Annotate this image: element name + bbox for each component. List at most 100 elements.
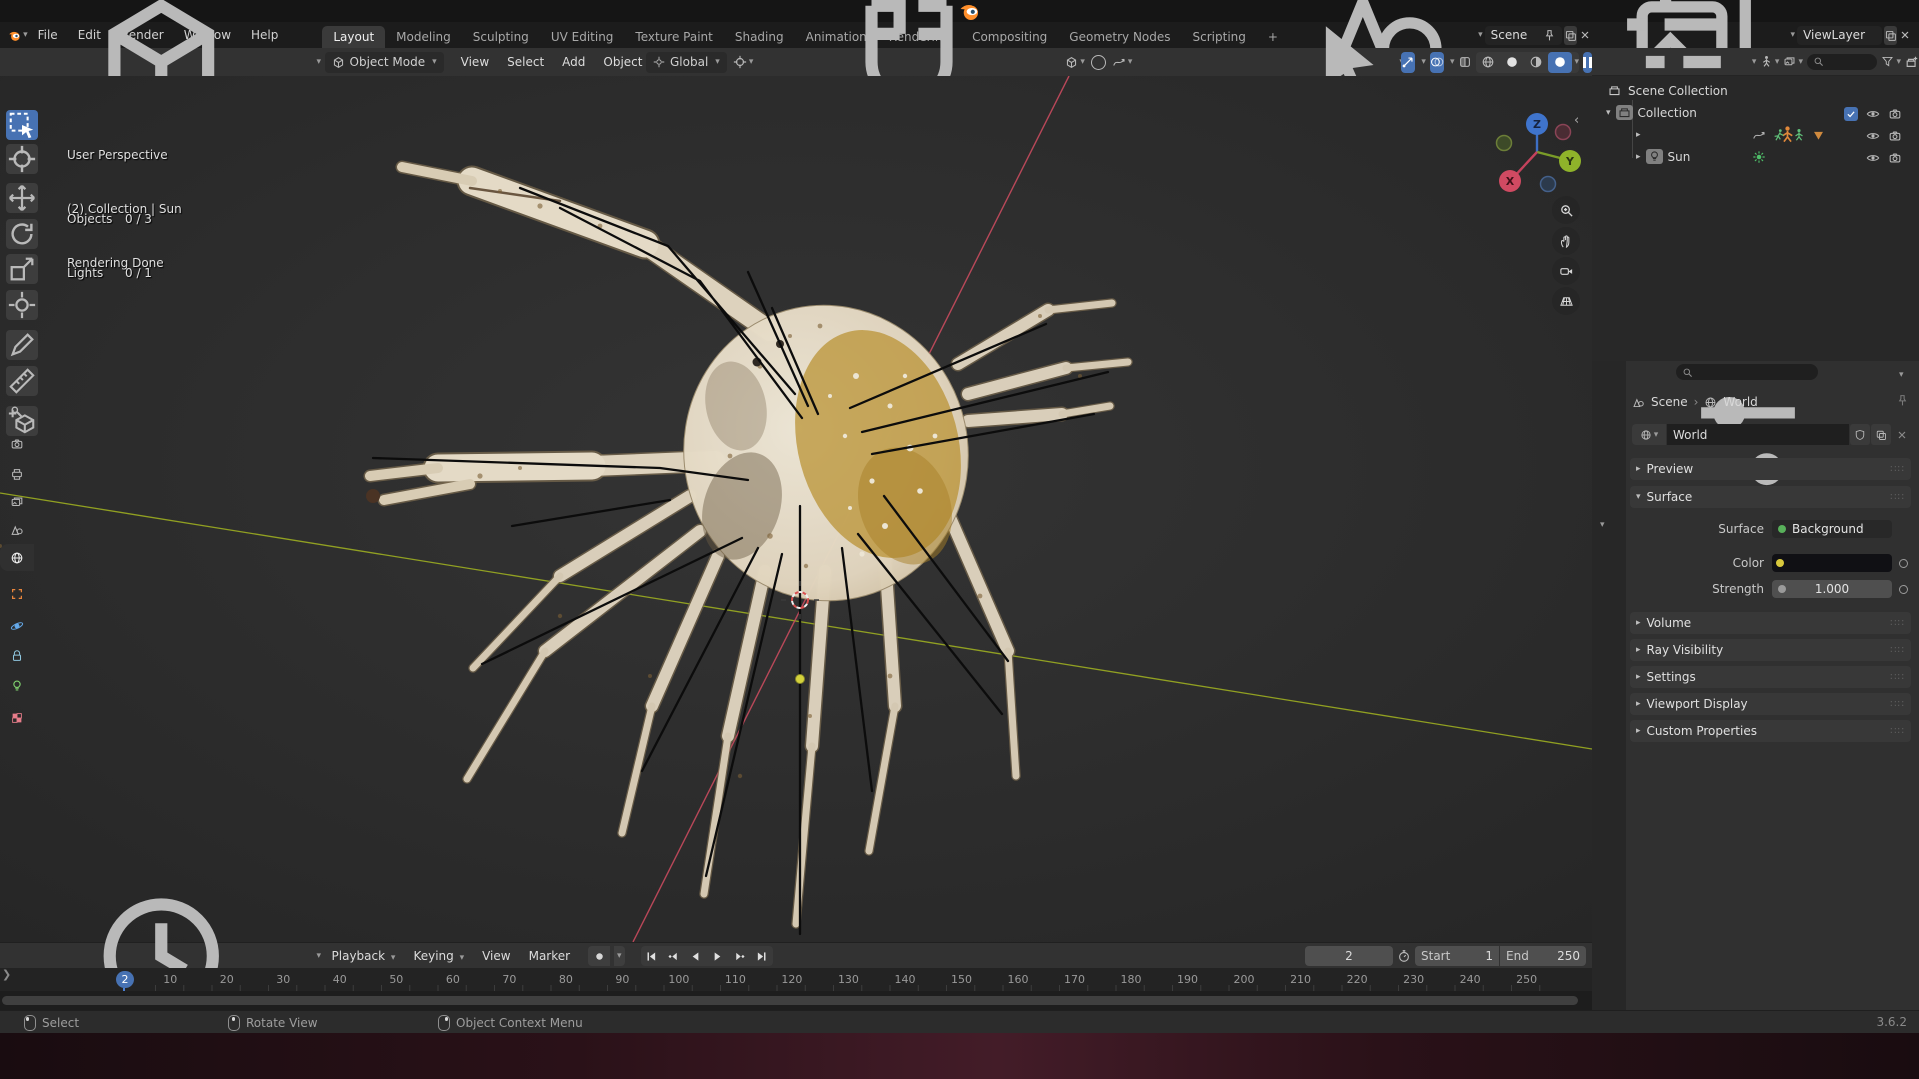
- breadcrumb-world[interactable]: World: [1723, 395, 1757, 409]
- outliner-search-input[interactable]: [1807, 54, 1877, 70]
- color-swatch-field[interactable]: [1772, 554, 1892, 572]
- frame-end-field[interactable]: End 250: [1500, 946, 1586, 966]
- select-box-tool[interactable]: [6, 110, 38, 140]
- outliner-row-collection[interactable]: ▾ Collection: [1606, 103, 1697, 122]
- viewlayer-name-field[interactable]: ViewLayer: [1797, 26, 1882, 45]
- filter-icon[interactable]: ▾: [1881, 55, 1901, 68]
- menu-keying[interactable]: Keying ▾: [404, 949, 473, 963]
- overlays-icon[interactable]: [1430, 52, 1444, 73]
- copy-icon[interactable]: [1871, 424, 1891, 445]
- timeline-collapse-arrow[interactable]: ❯: [2, 968, 11, 981]
- menu-playback[interactable]: Playback ▾: [323, 949, 405, 963]
- properties-search-input[interactable]: [1676, 364, 1818, 380]
- timeline-ruler[interactable]: 1020304050607080901001101201301401501601…: [0, 968, 1592, 991]
- mode-dropdown[interactable]: Object Mode ▾: [325, 52, 444, 73]
- shading-wireframe-icon[interactable]: [1476, 52, 1500, 73]
- outliner-row-sun[interactable]: ▸ Sun: [1636, 147, 1690, 166]
- grid-ortho-icon[interactable]: [1552, 287, 1580, 315]
- camera-icon[interactable]: [1888, 107, 1902, 121]
- play-reverse-button[interactable]: [685, 946, 707, 966]
- workspace-tab[interactable]: Scripting: [1182, 26, 1257, 48]
- proportional-editing-icon[interactable]: [1091, 55, 1106, 70]
- breadcrumb-scene[interactable]: Scene: [1651, 395, 1688, 409]
- tab-object-data[interactable]: [0, 672, 34, 699]
- browse-world-button[interactable]: ▾: [1632, 424, 1666, 445]
- transform-tool[interactable]: [6, 290, 38, 320]
- rotate-tool[interactable]: [6, 219, 38, 249]
- snap-target-dropdown[interactable]: ▾: [1065, 56, 1085, 69]
- jump-next-keyframe-button[interactable]: [729, 946, 751, 966]
- panel-surface[interactable]: ▾Surface∷∷: [1630, 486, 1911, 508]
- pivot-point-dropdown[interactable]: ▾: [733, 55, 754, 69]
- menu-view[interactable]: View: [452, 55, 498, 69]
- workspace-tab[interactable]: UV Editing: [540, 26, 625, 48]
- menu-select[interactable]: Select: [498, 55, 553, 69]
- tab-physics[interactable]: [0, 612, 34, 639]
- panel-viewport-display[interactable]: ▸Viewport Display∷∷: [1630, 693, 1911, 715]
- tab-object[interactable]: [0, 580, 34, 607]
- zoom-icon[interactable]: [1552, 196, 1580, 224]
- eye-icon[interactable]: [1866, 107, 1880, 121]
- jump-to-start-button[interactable]: [641, 946, 663, 966]
- jump-to-end-button[interactable]: [751, 946, 773, 966]
- tab-view-layer[interactable]: [0, 488, 34, 515]
- play-button[interactable]: [707, 946, 729, 966]
- tab-constraints[interactable]: [0, 642, 34, 669]
- current-frame-field[interactable]: 2: [1305, 946, 1393, 966]
- animate-color-dot[interactable]: [1899, 559, 1908, 568]
- pin-icon[interactable]: [1896, 394, 1909, 407]
- sidebar-collapse-arrow[interactable]: ‹: [1574, 113, 1579, 128]
- workspace-tab[interactable]: Sculpting: [462, 26, 540, 48]
- copy-icon[interactable]: [1884, 26, 1897, 45]
- eye-icon[interactable]: [1866, 151, 1880, 165]
- tab-tool[interactable]: [0, 398, 34, 425]
- use-preview-range-icon[interactable]: [1397, 949, 1411, 963]
- timeline-scrollbar[interactable]: [2, 996, 1578, 1005]
- panel-preview[interactable]: ▸Preview∷∷: [1630, 458, 1911, 480]
- transform-orientation-dropdown[interactable]: Global▾: [646, 52, 727, 73]
- display-mode-icon[interactable]: ▾: [1783, 55, 1803, 68]
- tab-world[interactable]: [0, 544, 34, 571]
- camera-icon[interactable]: [1888, 129, 1902, 143]
- world-name-field[interactable]: World: [1667, 424, 1849, 445]
- pause-render-icon[interactable]: [1583, 52, 1592, 73]
- jump-prev-keyframe-button[interactable]: [663, 946, 685, 966]
- workspace-tab[interactable]: +: [1257, 26, 1289, 48]
- checkbox[interactable]: [1844, 107, 1858, 121]
- menu-add[interactable]: Add: [553, 55, 594, 69]
- new-collection-icon[interactable]: [1905, 55, 1919, 69]
- disclosure-triangle[interactable]: ▸: [1636, 130, 1641, 140]
- panel-ray-visibility[interactable]: ▸Ray Visibility∷∷: [1630, 639, 1911, 661]
- menu-object[interactable]: Object: [594, 55, 651, 69]
- x-ray-icon[interactable]: [1458, 52, 1472, 73]
- camera-icon[interactable]: [1888, 151, 1902, 165]
- frame-start-field[interactable]: Start 1: [1415, 946, 1499, 966]
- close-icon[interactable]: [1899, 29, 1911, 41]
- workspace-tab[interactable]: Modeling: [385, 26, 462, 48]
- measure-tool[interactable]: [6, 366, 38, 396]
- shading-solid-icon[interactable]: [1500, 52, 1524, 73]
- scale-tool[interactable]: [6, 254, 38, 284]
- strength-slider[interactable]: 1.000: [1772, 580, 1892, 598]
- fake-user-shield-icon[interactable]: [1850, 424, 1870, 445]
- annotate-tool[interactable]: [6, 330, 38, 360]
- panel-custom-properties[interactable]: ▸Custom Properties∷∷: [1630, 720, 1911, 742]
- viewport-3d-canvas[interactable]: [0, 76, 1592, 942]
- unlink-icon[interactable]: [1892, 424, 1912, 445]
- menu-marker[interactable]: Marker: [520, 949, 579, 963]
- tab-render[interactable]: [0, 430, 34, 457]
- disclosure-triangle[interactable]: ▾: [1606, 108, 1611, 118]
- tab-texture[interactable]: [0, 704, 34, 731]
- cursor-tool[interactable]: [6, 144, 38, 174]
- shading-rendered-icon[interactable]: [1548, 52, 1572, 73]
- menu-view-timeline[interactable]: View: [473, 949, 519, 963]
- record-button[interactable]: [588, 946, 610, 966]
- gizmo-icon[interactable]: [1401, 52, 1415, 73]
- filter-object-icon[interactable]: ▾: [1760, 55, 1780, 68]
- move-tool[interactable]: [6, 183, 38, 213]
- disclosure-triangle[interactable]: ▸: [1636, 152, 1641, 162]
- pan-hand-icon[interactable]: [1552, 227, 1580, 255]
- workspace-tab[interactable]: Layout: [322, 26, 385, 48]
- panel-volume[interactable]: ▸Volume∷∷: [1630, 612, 1911, 634]
- animate-strength-dot[interactable]: [1899, 585, 1908, 594]
